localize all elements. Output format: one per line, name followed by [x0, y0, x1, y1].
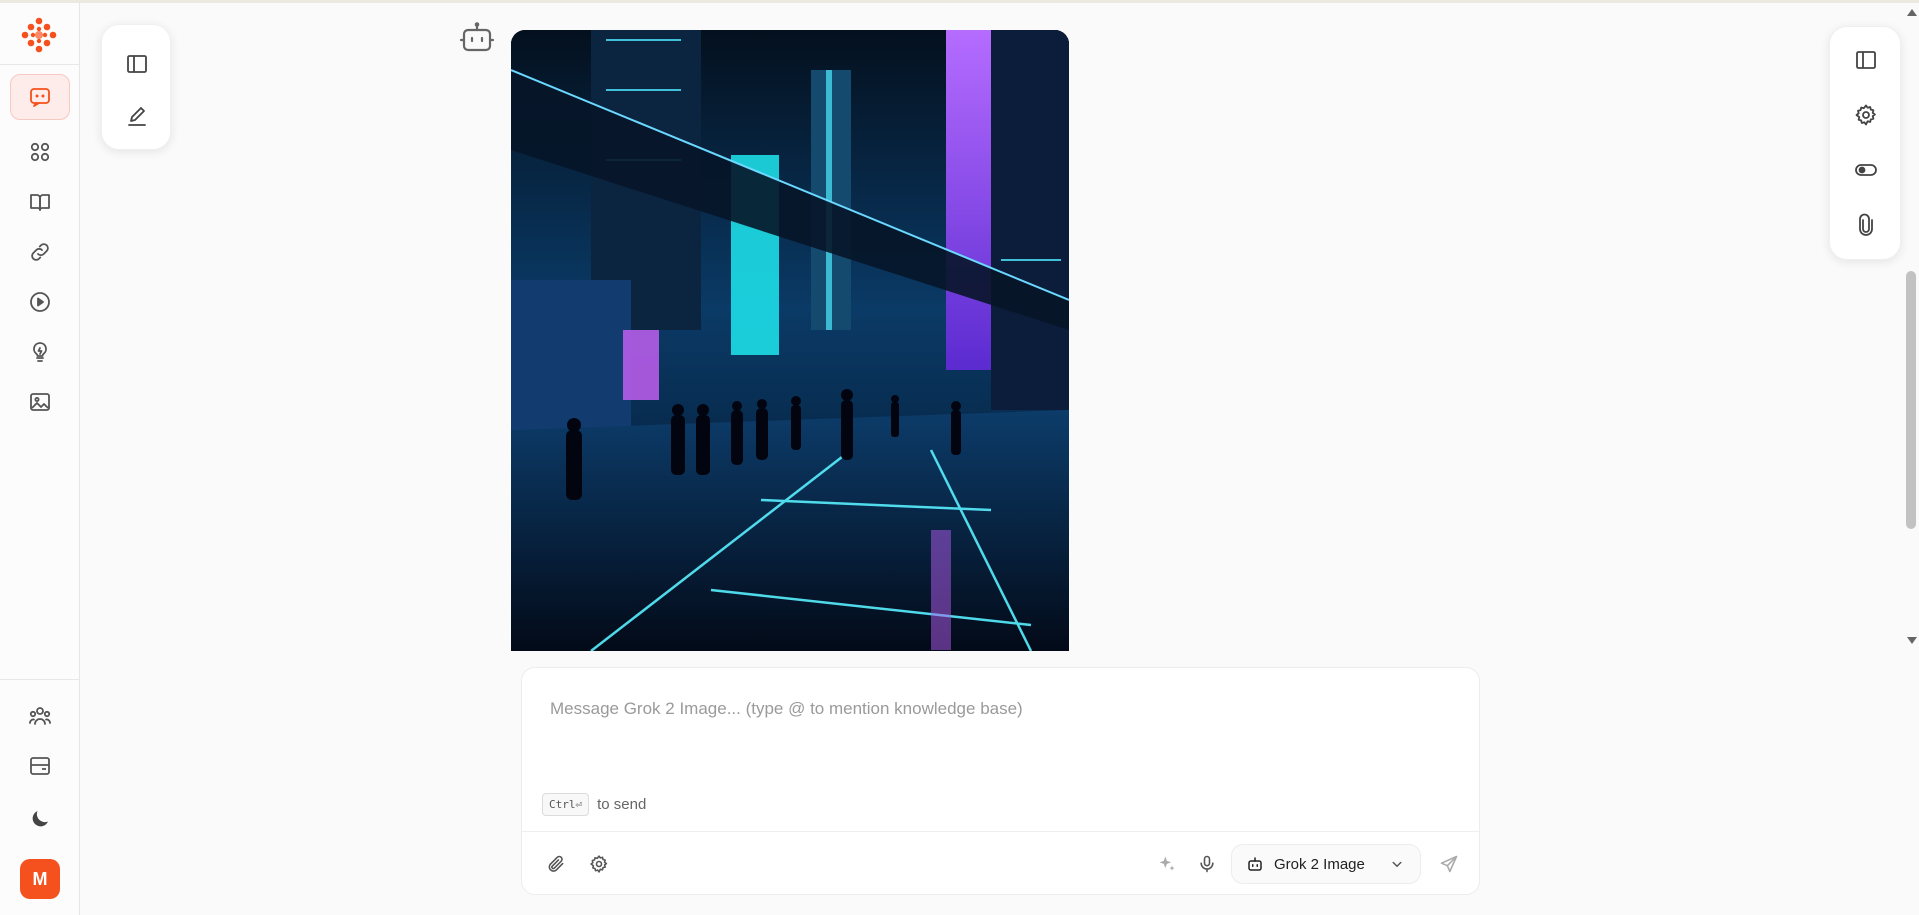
chevron-down-icon	[1392, 861, 1402, 868]
send-button[interactable]	[1433, 848, 1465, 880]
toggle-right-panel-button[interactable]	[1846, 40, 1886, 80]
generated-image[interactable]	[511, 30, 1069, 651]
chat-bubble-icon	[30, 88, 50, 107]
shortcut-key: Ctrl⏎	[542, 793, 590, 816]
sidebar-panel-icon	[1856, 51, 1876, 69]
send-shortcut-hint: Ctrl⏎ to send	[542, 793, 646, 816]
team-icon	[29, 707, 51, 725]
composer-settings-button[interactable]	[583, 848, 615, 880]
enhance-prompt-button[interactable]	[1151, 848, 1183, 880]
avatar[interactable]: M	[20, 859, 60, 899]
send-icon	[1440, 855, 1458, 873]
scroll-thumb[interactable]	[1906, 271, 1916, 529]
composer-divider	[522, 831, 1479, 832]
microphone-icon	[1200, 855, 1214, 873]
toggle-icon	[1855, 164, 1877, 176]
moon-icon	[32, 811, 48, 827]
sidebar-item-archive[interactable]	[10, 743, 70, 789]
archive-icon	[30, 757, 50, 775]
scroll-down-arrow[interactable]	[1907, 637, 1917, 644]
flower-logo-icon[interactable]	[19, 15, 59, 55]
scroll-up-arrow[interactable]	[1907, 9, 1917, 16]
new-chat-button[interactable]	[117, 97, 157, 137]
image-icon	[30, 393, 50, 411]
sidebar-item-knowledge[interactable]	[10, 179, 70, 225]
paperclip-icon	[1859, 213, 1873, 236]
attachments-button[interactable]	[1846, 205, 1886, 245]
pencil-icon	[128, 107, 146, 126]
avatar-initial: M	[32, 868, 48, 889]
gear-icon	[590, 855, 608, 873]
robot-icon	[1248, 857, 1262, 871]
lightbulb-icon	[33, 342, 47, 362]
message-input[interactable]	[550, 694, 1430, 724]
book-icon	[30, 194, 50, 211]
attach-file-button[interactable]	[540, 848, 572, 880]
sidebar-item-team[interactable]	[10, 693, 70, 739]
toggle-sidebar-button[interactable]	[117, 44, 157, 84]
right-tool-panel	[1829, 26, 1901, 260]
theme-toggle-button[interactable]	[10, 796, 70, 842]
voice-input-button[interactable]	[1191, 848, 1223, 880]
message-composer: Ctrl⏎ to send Grok 2 Image	[521, 667, 1480, 895]
sidebar-item-video[interactable]	[10, 279, 70, 325]
play-icon	[30, 292, 50, 312]
left-tool-panel	[101, 24, 171, 150]
link-icon	[31, 243, 49, 261]
gear-icon	[1855, 104, 1876, 126]
sidebar-panel-icon	[127, 55, 147, 73]
sidebar-item-discover[interactable]	[10, 129, 70, 175]
sidebar-item-chat[interactable]	[10, 74, 70, 120]
model-selector[interactable]: Grok 2 Image	[1231, 844, 1421, 884]
top-border	[0, 0, 1919, 3]
settings-button[interactable]	[1846, 95, 1886, 135]
shortcut-hint-text: to send	[597, 796, 647, 813]
grid-icon	[30, 142, 50, 162]
sidebar-item-ideas[interactable]	[10, 329, 70, 375]
scrollbar[interactable]	[1903, 3, 1919, 644]
toggle-button[interactable]	[1846, 150, 1886, 190]
model-name: Grok 2 Image	[1274, 855, 1365, 873]
rail-divider	[0, 679, 80, 680]
nav-rail: M	[0, 3, 80, 915]
sidebar-item-images[interactable]	[10, 379, 70, 425]
rail-divider	[0, 64, 80, 65]
sidebar-item-plugins[interactable]	[10, 229, 70, 275]
robot-icon	[459, 20, 495, 56]
sparkle-icon	[1159, 856, 1175, 871]
paperclip-icon	[548, 855, 564, 872]
